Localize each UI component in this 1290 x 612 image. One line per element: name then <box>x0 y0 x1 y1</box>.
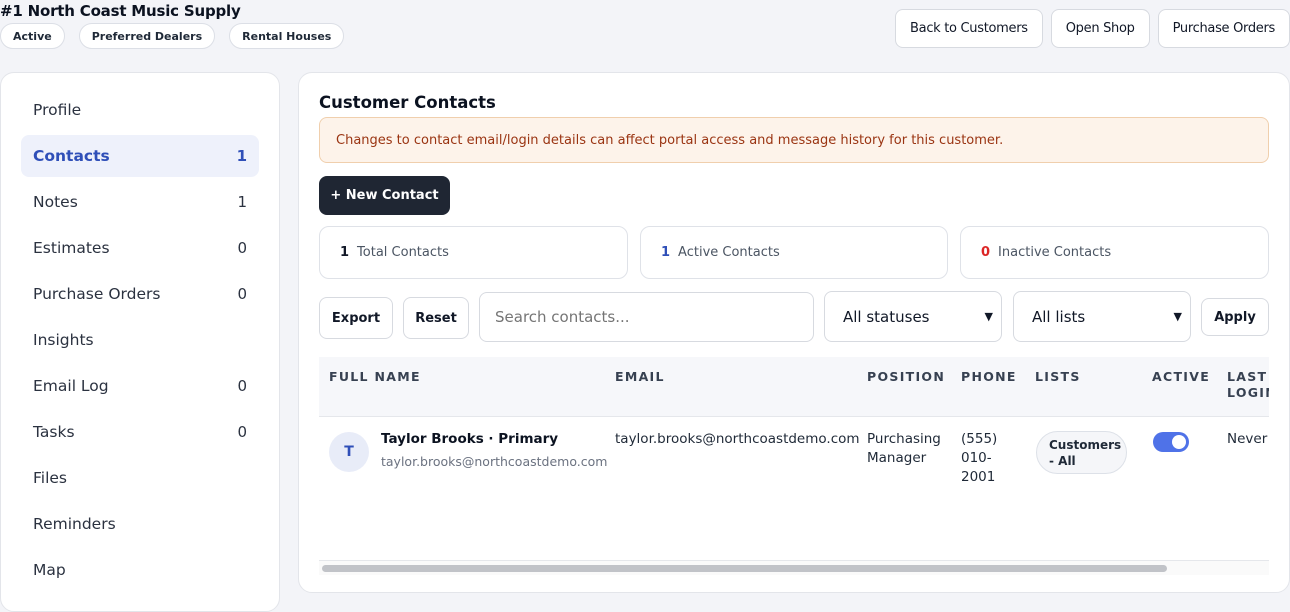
contacts-table: FULL NAME EMAIL POSITION PHONE LISTS ACT… <box>319 357 1269 567</box>
list-select[interactable]: All lists ▼ <box>1013 291 1191 342</box>
avatar: T <box>329 432 369 472</box>
column-header-last-login[interactable]: LAST LOGIN <box>1227 369 1269 401</box>
horizontal-scrollbar[interactable] <box>319 560 1269 575</box>
status-select-value: All statuses <box>843 307 930 326</box>
export-button[interactable]: Export <box>319 297 393 339</box>
sidebar-item-contacts[interactable]: Contacts 1 <box>21 135 259 177</box>
stat-label: Total Contacts <box>357 245 449 260</box>
contact-last-login: Never <box>1227 431 1268 447</box>
contact-phone: (555) 010-2001 <box>961 431 998 485</box>
toggle-knob <box>1172 435 1186 449</box>
chevron-down-icon: ▼ <box>984 310 993 323</box>
contact-sub-email: taylor.brooks@northcoastdemo.com <box>381 454 608 469</box>
sidebar-item-label: Notes <box>33 193 78 211</box>
sidebar-item-tasks[interactable]: Tasks 0 <box>21 411 259 453</box>
contact-position: Purchasing Manager <box>867 431 941 466</box>
customer-title: #1 North Coast Music Supply <box>0 2 241 20</box>
active-toggle[interactable] <box>1153 432 1189 452</box>
column-header-full-name[interactable]: FULL NAME <box>329 369 421 385</box>
sidebar-item-profile[interactable]: Profile <box>21 89 259 131</box>
sidebar-item-estimates[interactable]: Estimates 0 <box>21 227 259 269</box>
sidebar-item-label: Contacts <box>33 147 110 165</box>
sidebar-item-files[interactable]: Files <box>21 457 259 499</box>
apply-button[interactable]: Apply <box>1201 298 1269 336</box>
sidebar-item-label: Estimates <box>33 239 110 257</box>
sidebar-item-count: 0 <box>237 423 247 441</box>
contact-email[interactable]: taylor.brooks@northcoastdemo.com <box>615 430 860 449</box>
sidebar-item-count: 1 <box>236 147 247 165</box>
customer-tags: Active Preferred Dealers Rental Houses <box>0 23 345 49</box>
sidebar-item-label: Insights <box>33 331 94 349</box>
sidebar-item-count: 0 <box>237 239 247 257</box>
sidebar-item-label: Purchase Orders <box>33 285 161 303</box>
sidebar-item-count: 1 <box>237 193 247 211</box>
sidebar-item-label: Map <box>33 561 66 579</box>
column-header-position[interactable]: POSITION <box>867 369 945 385</box>
stat-label: Active Contacts <box>678 245 780 260</box>
total-contacts-stat: 1 Total Contacts <box>319 226 628 279</box>
warning-banner: Changes to contact email/login details c… <box>319 117 1269 163</box>
table-header: FULL NAME EMAIL POSITION PHONE LISTS ACT… <box>319 357 1269 417</box>
tag-preferred-dealers[interactable]: Preferred Dealers <box>78 23 216 49</box>
sidebar-item-label: Email Log <box>33 377 109 395</box>
back-to-customers-button[interactable]: Back to Customers <box>895 9 1043 48</box>
sidebar-item-label: Reminders <box>33 515 116 533</box>
sidebar-item-map[interactable]: Map <box>21 549 259 591</box>
column-header-phone[interactable]: PHONE <box>961 369 1017 385</box>
stat-number: 1 <box>661 245 671 260</box>
column-header-lists[interactable]: LISTS <box>1035 369 1081 385</box>
open-shop-button[interactable]: Open Shop <box>1050 9 1150 48</box>
tag-rental-houses[interactable]: Rental Houses <box>229 23 345 49</box>
search-input[interactable] <box>479 292 814 342</box>
sidebar-item-notes[interactable]: Notes 1 <box>21 181 259 223</box>
purchase-orders-button[interactable]: Purchase Orders <box>1157 9 1290 48</box>
customer-contacts-panel: Customer Contacts Changes to contact ema… <box>298 72 1290 593</box>
new-contact-button[interactable]: + New Contact <box>319 176 450 215</box>
tag-active[interactable]: Active <box>0 23 65 49</box>
status-select[interactable]: All statuses ▼ <box>824 291 1002 342</box>
sidebar-item-reminders[interactable]: Reminders <box>21 503 259 545</box>
sidebar-item-label: Tasks <box>33 423 75 441</box>
column-header-active[interactable]: ACTIVE <box>1152 369 1210 385</box>
stat-number: 1 <box>340 245 350 260</box>
contact-name[interactable]: Taylor Brooks · Primary <box>381 430 558 449</box>
sidebar-item-email-log[interactable]: Email Log 0 <box>21 365 259 407</box>
column-header-email[interactable]: EMAIL <box>615 369 665 385</box>
chevron-down-icon: ▼ <box>1173 310 1182 323</box>
stat-label: Inactive Contacts <box>998 245 1112 260</box>
sidebar-item-count: 0 <box>237 377 247 395</box>
reset-button[interactable]: Reset <box>403 297 469 339</box>
sidebar-item-label: Files <box>33 469 68 487</box>
list-chip[interactable]: Customers - All <box>1036 431 1127 474</box>
customer-sidebar: Profile Contacts 1 Notes 1 Estimates 0 Purc… <box>0 72 280 612</box>
page-title: Customer Contacts <box>319 93 496 112</box>
table-row[interactable]: T Taylor Brooks · Primary taylor.brooks@… <box>319 418 1269 538</box>
sidebar-item-label: Profile <box>33 101 82 119</box>
header-actions: Back to Customers Open Shop Purchase Ord… <box>895 9 1290 48</box>
sidebar-item-purchase-orders[interactable]: Purchase Orders 0 <box>21 273 259 315</box>
scrollbar-thumb[interactable] <box>322 565 1167 572</box>
list-select-value: All lists <box>1032 307 1086 326</box>
sidebar-item-insights[interactable]: Insights <box>21 319 259 361</box>
inactive-contacts-stat: 0 Inactive Contacts <box>960 226 1269 279</box>
sidebar-item-count: 0 <box>237 285 247 303</box>
stat-number: 0 <box>981 245 991 260</box>
active-contacts-stat: 1 Active Contacts <box>640 226 948 279</box>
